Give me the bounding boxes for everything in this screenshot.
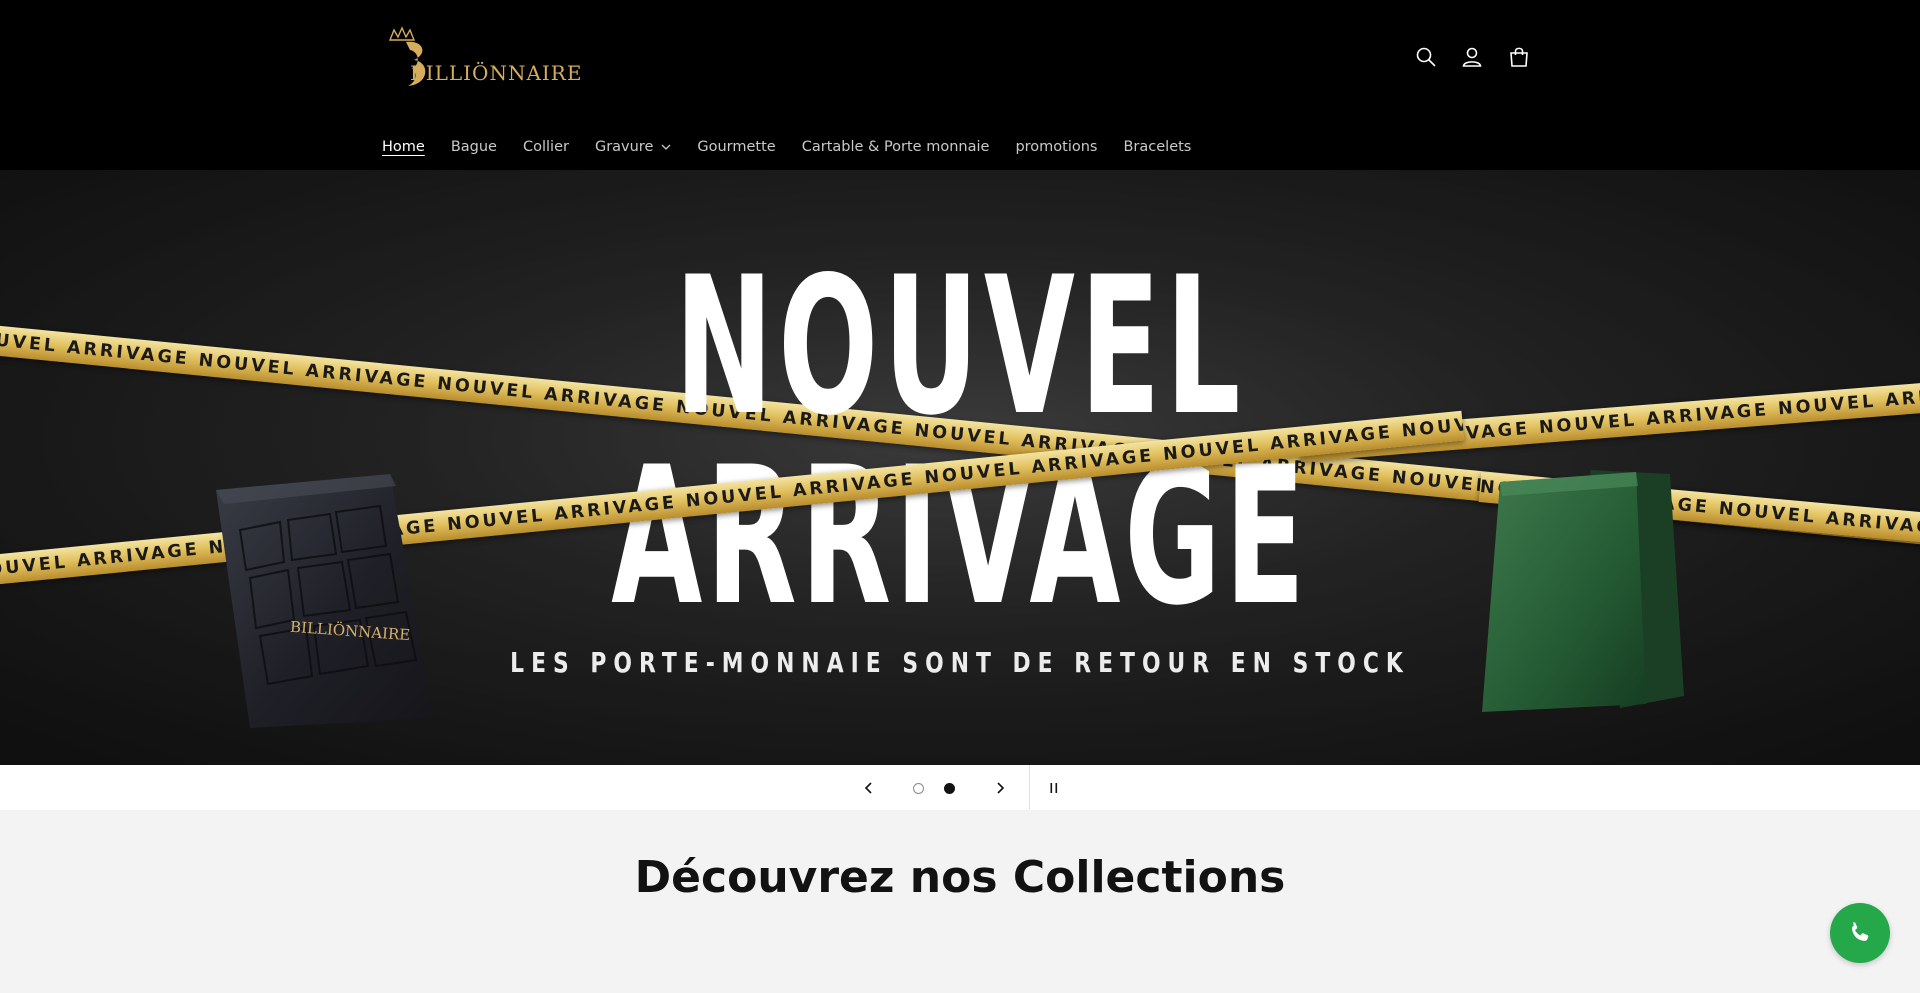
nav-item-home[interactable]: Home (382, 139, 425, 155)
nav-item-cartable-porte-monnaie[interactable]: Cartable & Porte monnaie (802, 139, 990, 155)
controls-divider (1029, 765, 1030, 810)
chevron-down-icon (661, 144, 671, 150)
whatsapp-chat-button[interactable] (1830, 903, 1890, 963)
search-button[interactable] (1409, 40, 1443, 74)
pause-slideshow-button[interactable] (1032, 765, 1076, 810)
nav-item-promotions[interactable]: promotions (1015, 139, 1097, 155)
site-header: BILLIÖNNAIRE Home Bague Collier Gravure … (0, 0, 1920, 170)
slide-dot-1[interactable] (913, 783, 924, 794)
nav-item-gravure-label: Gravure (594, 139, 654, 155)
whatsapp-phone-icon (1851, 922, 1869, 942)
collections-heading: Découvrez nos Collections (634, 852, 1286, 903)
pause-icon (1050, 782, 1058, 793)
slideshow-controls (0, 765, 1920, 810)
cart-button[interactable] (1502, 40, 1536, 74)
brand-logo-text: BILLIÖNNAIRE (410, 61, 583, 85)
hero-slide[interactable]: NOUVEL ARRIVAGE NOUVEL ARRIVAGE NOUVEL A… (0, 170, 1920, 765)
nav-item-bague[interactable]: Bague (451, 139, 497, 155)
hero-subtitle: LES PORTE-MONNAIE SONT DE RETOUR EN STOC… (510, 646, 1410, 679)
previous-slide-button[interactable] (847, 765, 891, 810)
main-navigation: Home Bague Collier Gravure Gourmette Car… (382, 134, 1217, 160)
account-button[interactable] (1455, 40, 1489, 74)
slide-dot-2-active[interactable] (944, 783, 955, 794)
search-icon (1416, 47, 1436, 67)
nav-item-gourmette[interactable]: Gourmette (697, 139, 775, 155)
chevron-right-icon (997, 781, 1005, 794)
cart-icon (1510, 47, 1528, 67)
green-wallet-image (1482, 470, 1684, 712)
nav-item-bracelets[interactable]: Bracelets (1123, 139, 1191, 155)
account-icon (1462, 47, 1482, 67)
next-slide-button[interactable] (978, 765, 1022, 810)
nav-item-collier[interactable]: Collier (523, 139, 569, 155)
black-croc-wallet-image (216, 474, 434, 728)
chevron-left-icon (864, 781, 872, 794)
nav-item-gravure[interactable]: Gravure (595, 139, 671, 155)
hero-title-line-1: NOUVEL (674, 236, 1246, 457)
